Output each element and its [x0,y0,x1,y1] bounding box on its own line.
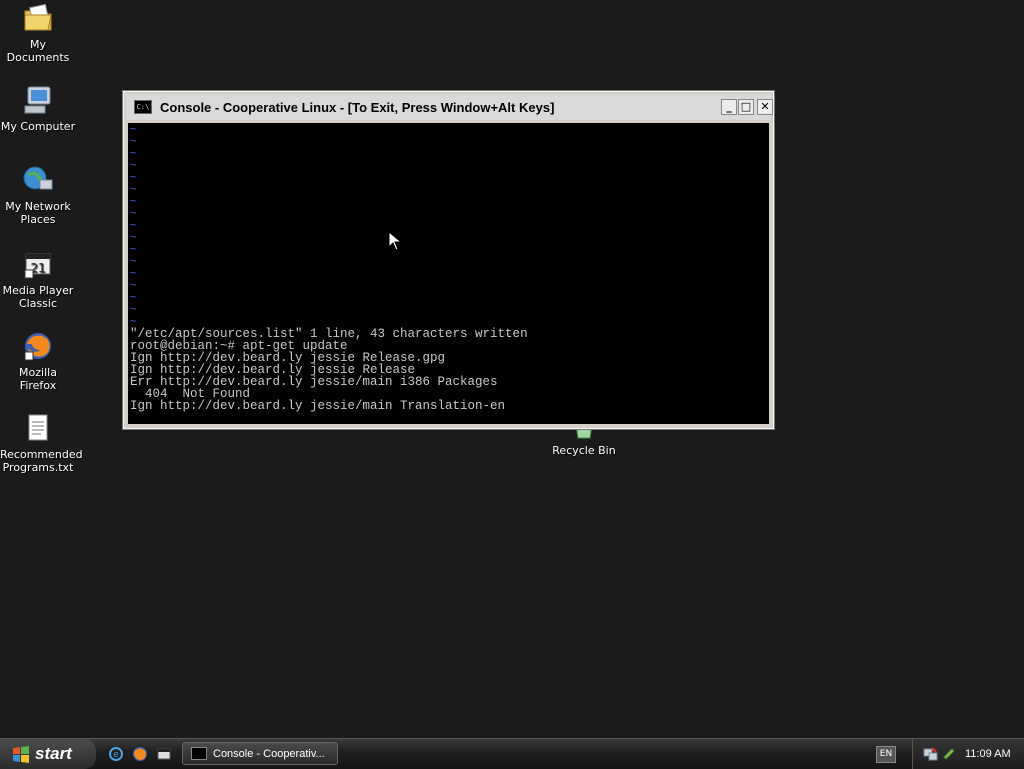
desktop-icon-my-network-places[interactable]: My Network Places [0,164,76,226]
desktop-icon-label: Media Player Classic [2,284,74,310]
vim-empty-line-markers: ~ ~ ~ ~ ~ ~ ~ ~ ~ ~ ~ ~ ~ ~ ~ ~ ~ [130,123,137,327]
console-window[interactable]: C:\ Console - Cooperative Linux - [To Ex… [123,91,774,429]
taskbar-button-console[interactable]: Console - Cooperativ... [182,742,338,765]
windows-logo-icon [13,746,29,763]
desktop-icon-media-player-classic[interactable]: 21 Media Player Classic [0,248,76,310]
desktop-icon-recommended-programs[interactable]: Recommended Programs.txt [0,412,83,474]
mouse-cursor-icon [388,231,402,251]
desktop-icon-my-computer[interactable]: My Computer [0,84,76,133]
quicklaunch-media-player-icon[interactable] [156,746,172,762]
quicklaunch-firefox-icon[interactable] [132,746,148,762]
taskbar: start e Console - Cooperativ... EN 11:09… [0,738,1024,769]
svg-text:e: e [113,750,119,760]
start-label: start [35,744,72,763]
taskbar-button-label: Console - Cooperativ... [213,747,325,760]
language-indicator[interactable]: EN [876,746,896,763]
desktop-icon-label: My Documents [6,38,70,64]
text-file-icon [28,414,48,441]
console-icon: C:\ [134,100,152,114]
window-title: Console - Cooperative Linux - [To Exit, … [160,99,555,115]
desktop-icon-label: My Network Places [5,200,71,226]
vim-tilde-marker: ~ [130,314,137,327]
minimize-button[interactable]: _ [721,99,737,115]
maximize-button[interactable]: □ [738,99,754,115]
window-titlebar[interactable]: C:\ Console - Cooperative Linux - [To Ex… [126,94,773,120]
media-player-icon: 21 [24,253,51,279]
safely-remove-hardware-icon[interactable] [941,746,957,762]
network-icon [23,166,53,190]
start-button[interactable]: start [0,739,96,769]
terminal-area[interactable]: ~ ~ ~ ~ ~ ~ ~ ~ ~ ~ ~ ~ ~ ~ ~ ~ ~ "/etc/apt/sources.list… [128,123,769,424]
desktop-icon-mozilla-firefox[interactable]: Mozilla Firefox [0,330,76,392]
desktop-icon-my-documents[interactable]: My Documents [0,2,76,64]
computer-icon [24,86,51,114]
clock: 11:09 AM [965,748,1011,760]
close-button[interactable]: ✕ [757,99,773,115]
desktop-icon-label: Recommended Programs.txt [0,448,83,474]
desktop-icon-label: Recycle Bin [552,444,616,457]
desktop-icon-label: Mozilla Firefox [19,366,57,392]
folder-documents-icon [24,3,52,31]
quicklaunch-ie-icon[interactable]: e [108,746,124,762]
firefox-icon [24,333,51,361]
desktop-icon-label: My Computer [0,120,76,133]
terminal-output: "/etc/apt/sources.list" 1 line, 43 chara… [130,327,528,413]
console-icon [191,747,207,760]
network-tray-icon[interactable] [923,746,939,762]
